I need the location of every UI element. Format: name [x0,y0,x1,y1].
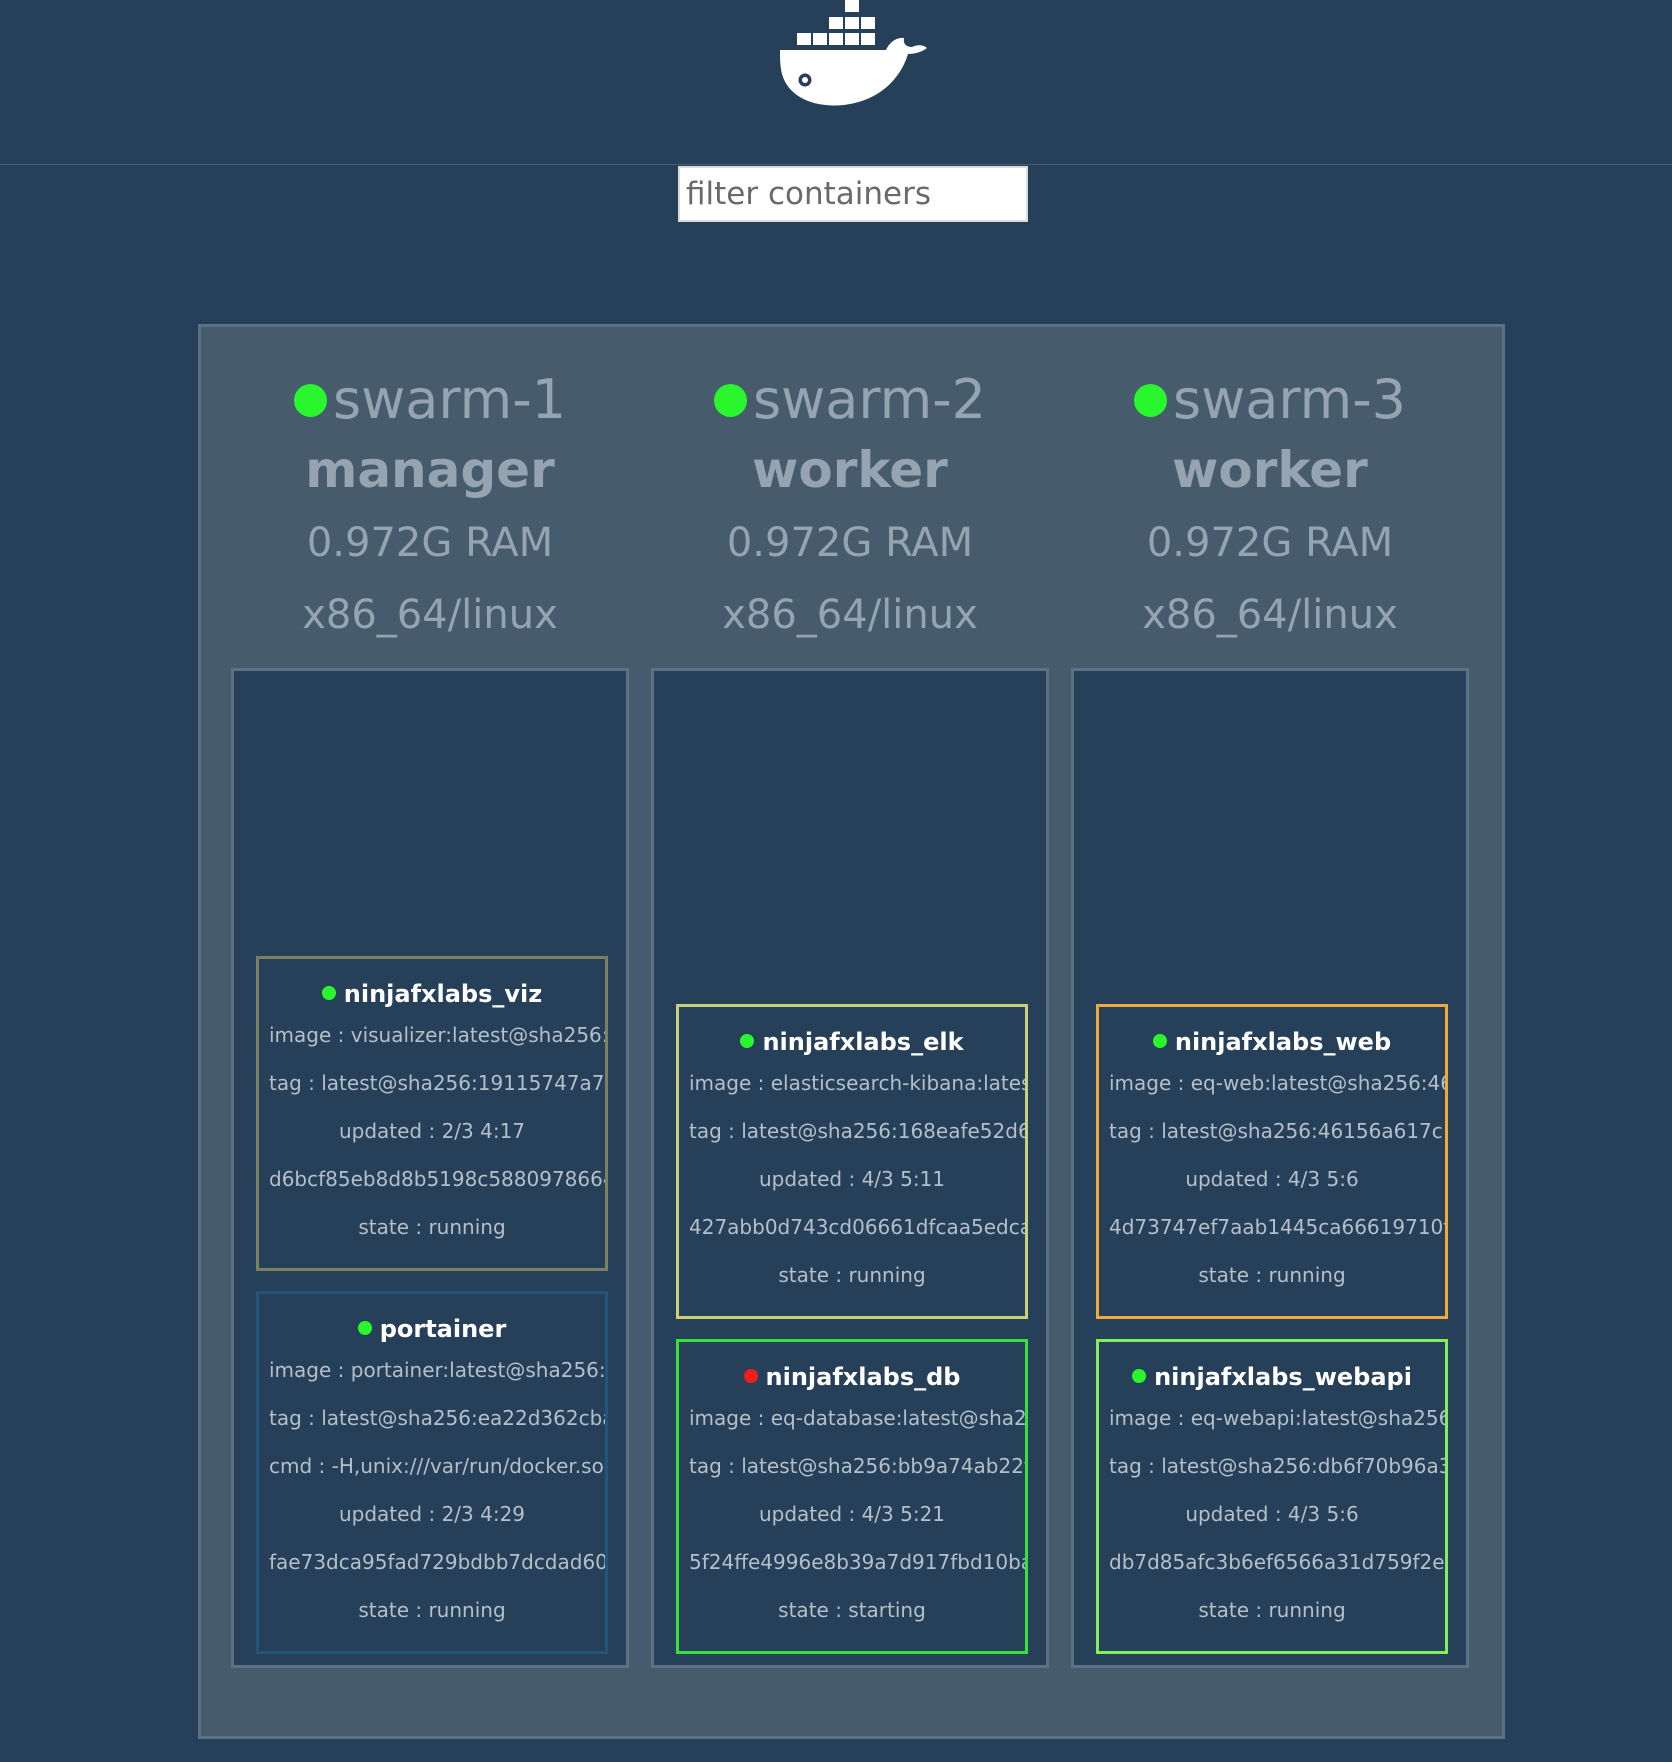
container-card-portainer[interactable]: portainer image : portainer:latest@sha25… [256,1291,608,1654]
container-card-ninjafxlabs-webapi[interactable]: ninjafxlabs_webapi image : eq-webapi:lat… [1096,1339,1448,1654]
node-platform: x86_64/linux [722,592,978,638]
container-image: image : elasticsearch-kibana:latest@ [689,1071,1028,1095]
container-state: state : running [358,1598,506,1622]
container-updated: updated : 2/3 4:17 [338,1119,526,1143]
node-status-dot [293,383,327,417]
node-swarm-3: swarm-3 worker 0.972G RAM x86_64/linux n… [1071,327,1469,1670]
node-containers-area: ninjafxlabs_web image : eq-web:latest@sh… [1071,668,1469,1668]
container-title: ninjafxlabs_db [679,1360,1025,1394]
container-state: state : running [1198,1598,1346,1622]
container-state: state : running [358,1215,506,1239]
container-tag: tag : latest@sha256:19115747a7229 [269,1071,608,1095]
node-role: worker [1172,441,1368,499]
node-header: swarm-3 worker 0.972G RAM x86_64/linux [1071,367,1469,651]
node-ram: 0.972G RAM [726,520,974,566]
container-updated: updated : 4/3 5:6 [1185,1167,1359,1191]
container-status-dot [740,1034,755,1048]
container-tag: tag : latest@sha256:168eafe52d620f [689,1119,1028,1143]
container-id: 5f24ffe4996e8b39a7d917fbd10ba00 [689,1550,1028,1574]
container-image: image : eq-webapi:latest@sha256:db [1109,1406,1448,1430]
node-name-row: swarm-3 [1071,367,1469,433]
container-tag: tag : latest@sha256:46156a617c1a0 [1109,1119,1448,1143]
node-platform: x86_64/linux [302,592,558,638]
node-status-dot [713,383,747,417]
container-state: state : starting [778,1598,926,1622]
node-name: swarm-3 [1172,368,1407,431]
container-card-ninjafxlabs-web[interactable]: ninjafxlabs_web image : eq-web:latest@sh… [1096,1004,1448,1319]
container-name: ninjafxlabs_web [1174,1028,1392,1056]
container-tag: tag : latest@sha256:ea22d362cba64f [269,1406,605,1430]
node-name: swarm-2 [752,368,987,431]
container-name: ninjafxlabs_elk [762,1028,964,1056]
container-title: ninjafxlabs_web [1099,1025,1445,1059]
container-id: fae73dca95fad729bdbb7dcdad606a7 [269,1550,608,1574]
node-header: swarm-2 worker 0.972G RAM x86_64/linux [651,367,1049,651]
container-card-ninjafxlabs-db[interactable]: ninjafxlabs_db image : eq-database:lates… [676,1339,1028,1654]
container-tag: tag : latest@sha256:db6f70b96a3bc [1109,1454,1448,1478]
node-swarm-2: swarm-2 worker 0.972G RAM x86_64/linux n… [651,327,1049,1670]
container-title: ninjafxlabs_webapi [1099,1360,1445,1394]
container-name: portainer [379,1315,507,1343]
container-status-dot [321,986,336,1000]
container-updated: updated : 4/3 5:11 [758,1167,946,1191]
node-name: swarm-1 [332,368,567,431]
container-title: portainer [259,1312,605,1346]
filter-containers-input[interactable] [678,166,1028,222]
container-status-dot [357,1321,372,1335]
node-header: swarm-1 manager 0.972G RAM x86_64/linux [231,367,629,651]
node-swarm-1: swarm-1 manager 0.972G RAM x86_64/linux … [231,327,629,1670]
container-status-dot [743,1369,758,1383]
header-divider [0,164,1672,165]
container-updated: updated : 4/3 5:21 [758,1502,946,1526]
node-status-dot [1133,383,1167,417]
docker-whale-logo [772,0,932,112]
container-image: image : visualizer:latest@sha256:191 [269,1023,608,1047]
container-image: image : eq-database:latest@sha256: [689,1406,1028,1430]
container-updated: updated : 2/3 4:29 [338,1502,526,1526]
container-card-ninjafxlabs-elk[interactable]: ninjafxlabs_elk image : elasticsearch-ki… [676,1004,1028,1319]
container-state: state : running [1198,1263,1346,1287]
container-name: ninjafxlabs_db [765,1363,961,1391]
container-name: ninjafxlabs_viz [343,980,543,1008]
swarm-panel: swarm-1 manager 0.972G RAM x86_64/linux … [198,324,1505,1739]
container-image: image : eq-web:latest@sha256:4615 [1109,1071,1448,1095]
container-image: image : portainer:latest@sha256:ea2 [269,1358,608,1382]
node-role: worker [752,441,948,499]
node-containers-area: ninjafxlabs_viz image : visualizer:lates… [231,668,629,1668]
container-cmd: cmd : -H,unix:///var/run/docker.sock [269,1454,608,1478]
container-updated: updated : 4/3 5:6 [1185,1502,1359,1526]
container-tag: tag : latest@sha256:bb9a74ab22f86 [689,1454,1028,1478]
node-containers-area: ninjafxlabs_elk image : elasticsearch-ki… [651,668,1049,1668]
node-name-row: swarm-2 [651,367,1049,433]
container-state: state : running [778,1263,926,1287]
node-name-row: swarm-1 [231,367,629,433]
container-id: db7d85afc3b6ef6566a31d759f2e470 [1109,1550,1448,1574]
container-title: ninjafxlabs_elk [679,1025,1025,1059]
container-id: 427abb0d743cd06661dfcaa5edcaf35 [689,1215,1028,1239]
node-ram: 0.972G RAM [306,520,554,566]
container-card-ninjafxlabs-viz[interactable]: ninjafxlabs_viz image : visualizer:lates… [256,956,608,1271]
container-title: ninjafxlabs_viz [259,977,605,1011]
container-name: ninjafxlabs_webapi [1154,1363,1412,1391]
container-status-dot [1132,1369,1147,1383]
node-platform: x86_64/linux [1142,592,1398,638]
container-status-dot [1152,1034,1167,1048]
container-id: 4d73747ef7aab1445ca66619710f652 [1109,1215,1445,1239]
container-id: d6bcf85eb8d8b5198c5880978664e2 [269,1167,608,1191]
node-ram: 0.972G RAM [1146,520,1394,566]
node-role: manager [305,441,555,499]
